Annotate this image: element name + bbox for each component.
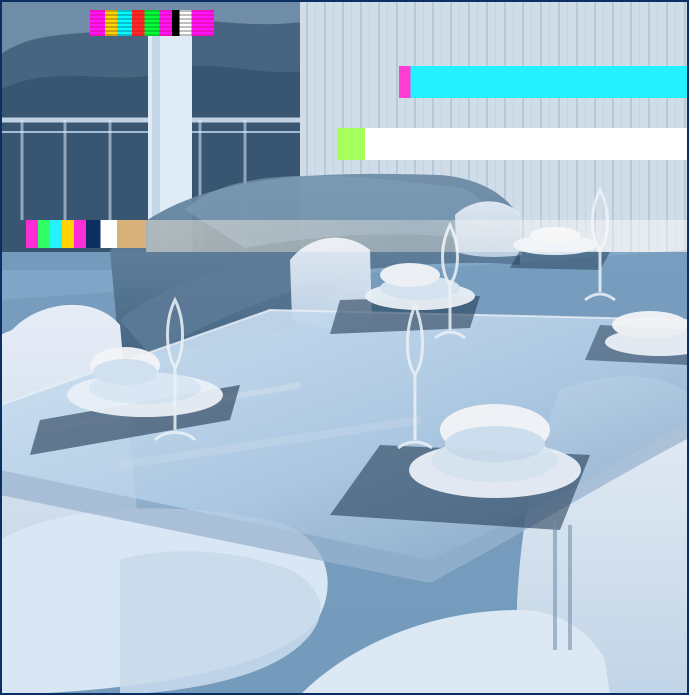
photo-frame [0, 0, 689, 695]
glitch-artifact-cyan-bar [399, 66, 689, 98]
glitch-artifact-left [26, 220, 146, 248]
glitch-artifact-white-bar [337, 128, 689, 160]
glitch-artifact-top [90, 10, 214, 36]
glitch-artifact-tan-band [146, 220, 689, 252]
dining-room-photo [0, 0, 689, 695]
